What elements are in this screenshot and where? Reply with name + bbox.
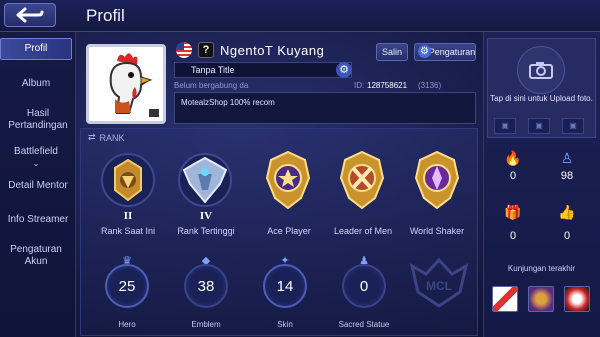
gear-icon: ⚙ [418,45,431,58]
highest-rank-badge-icon[interactable] [178,150,232,214]
skin-count[interactable]: 14 [263,264,307,308]
page-title: Profil [86,6,125,25]
join-status: Belum bergabung da [174,81,249,90]
rooster-avatar-image [89,47,163,121]
mcl-emblem-icon[interactable]: MCL [404,252,474,312]
sidebar-item-profil[interactable]: Profil [0,38,72,60]
sacred-statue-count[interactable]: 0 [342,264,386,308]
people-icon: ♙ [560,150,574,166]
sidebar-item-hasil-pertandingan[interactable]: Hasil Pertandingan [0,108,76,132]
question-icon[interactable]: ? [198,42,214,58]
player-name: NgentoT Kuyang [220,42,325,58]
followers-count: 98 [560,170,574,182]
ace-player-medal-icon[interactable] [261,148,315,212]
chevron-down-icon[interactable]: ⌄ [0,158,72,170]
current-rank-label: Rank Saat Ini [100,226,156,236]
title-field[interactable]: Tanpa Title [174,62,352,78]
photo-slot-2-icon[interactable]: ▣ [528,118,550,134]
photo-slot-3-icon[interactable]: ▣ [562,118,584,134]
current-rank-tier: II [123,210,133,222]
likes-count: 0 [563,230,571,242]
top-bar: Profil [0,0,600,32]
highest-rank-label: Rank Tertinggi [177,226,235,236]
visitor-avatar-1[interactable] [492,286,518,312]
settings-label: Pengaturan [428,47,476,57]
visitor-avatar-3[interactable] [564,286,590,312]
bio-box[interactable]: MotealzShop 100% recom [174,92,476,124]
join-row: Belum bergabung da ID: 128758621 (3136) [174,81,476,90]
emblem-label: Emblem [191,320,221,329]
title-settings-gear-icon[interactable]: ⚙ [336,62,352,78]
flag-icon [176,42,192,58]
avatar[interactable] [86,44,166,124]
gift-icon[interactable]: 🎁 [503,204,523,224]
visitor-avatar-2[interactable] [528,286,554,312]
sidebar-item-detail-mentor[interactable]: Detail Mentor [0,180,76,192]
sacred-statue-label: Sacred Statue [338,320,390,329]
camera-icon[interactable] [517,46,565,94]
upload-hint: Tap di sini untuk Upload foto. [490,94,593,103]
fire-icon: 🔥 [504,150,522,166]
emblem-count[interactable]: 38 [184,264,228,308]
leader-of-men-medal-icon[interactable] [335,148,389,212]
gift-count: 0 [509,230,517,242]
sidebar-item-info-streamer[interactable]: Info Streamer [0,214,76,226]
sidebar-item-pengaturan-akun[interactable]: Pengaturan Akun [0,244,72,268]
settings-button[interactable]: ⚙ Pengaturan [414,43,476,61]
name-row: ? NgentoT Kuyang [176,40,324,60]
recent-visits-label: Kunjungan terakhir [507,264,576,273]
photo-slot-1-icon[interactable]: ▣ [494,118,516,134]
highest-rank-tier: IV [199,210,213,222]
current-rank-badge-icon[interactable] [101,150,155,214]
rank-header-label: RANK [99,132,125,143]
popularity-count: 0 [509,170,517,182]
world-shaker-medal-icon[interactable] [410,148,464,212]
bio-text: MotealzShop 100% recom [181,98,275,107]
sidebar-item-battlefield[interactable]: Battlefield [0,146,72,158]
sidebar-item-album[interactable]: Album [0,78,72,90]
skin-label: Skin [277,320,293,329]
swap-icon: ⇄ [88,132,96,142]
copy-button[interactable]: Salin [376,43,408,61]
back-arrow-icon [16,7,44,23]
rank-header: ⇄ RANK [88,132,125,143]
id-label: ID: [354,81,365,90]
hero-label: Hero [118,320,136,329]
back-button[interactable] [4,3,56,27]
thumbs-up-icon[interactable]: 👍 [557,204,577,224]
svg-text:MCL: MCL [426,279,452,293]
server-id: (3136) [418,81,442,90]
player-id: 128758621 [367,81,408,90]
world-shaker-label: World Shaker [409,226,465,236]
hero-count[interactable]: 25 [105,264,149,308]
